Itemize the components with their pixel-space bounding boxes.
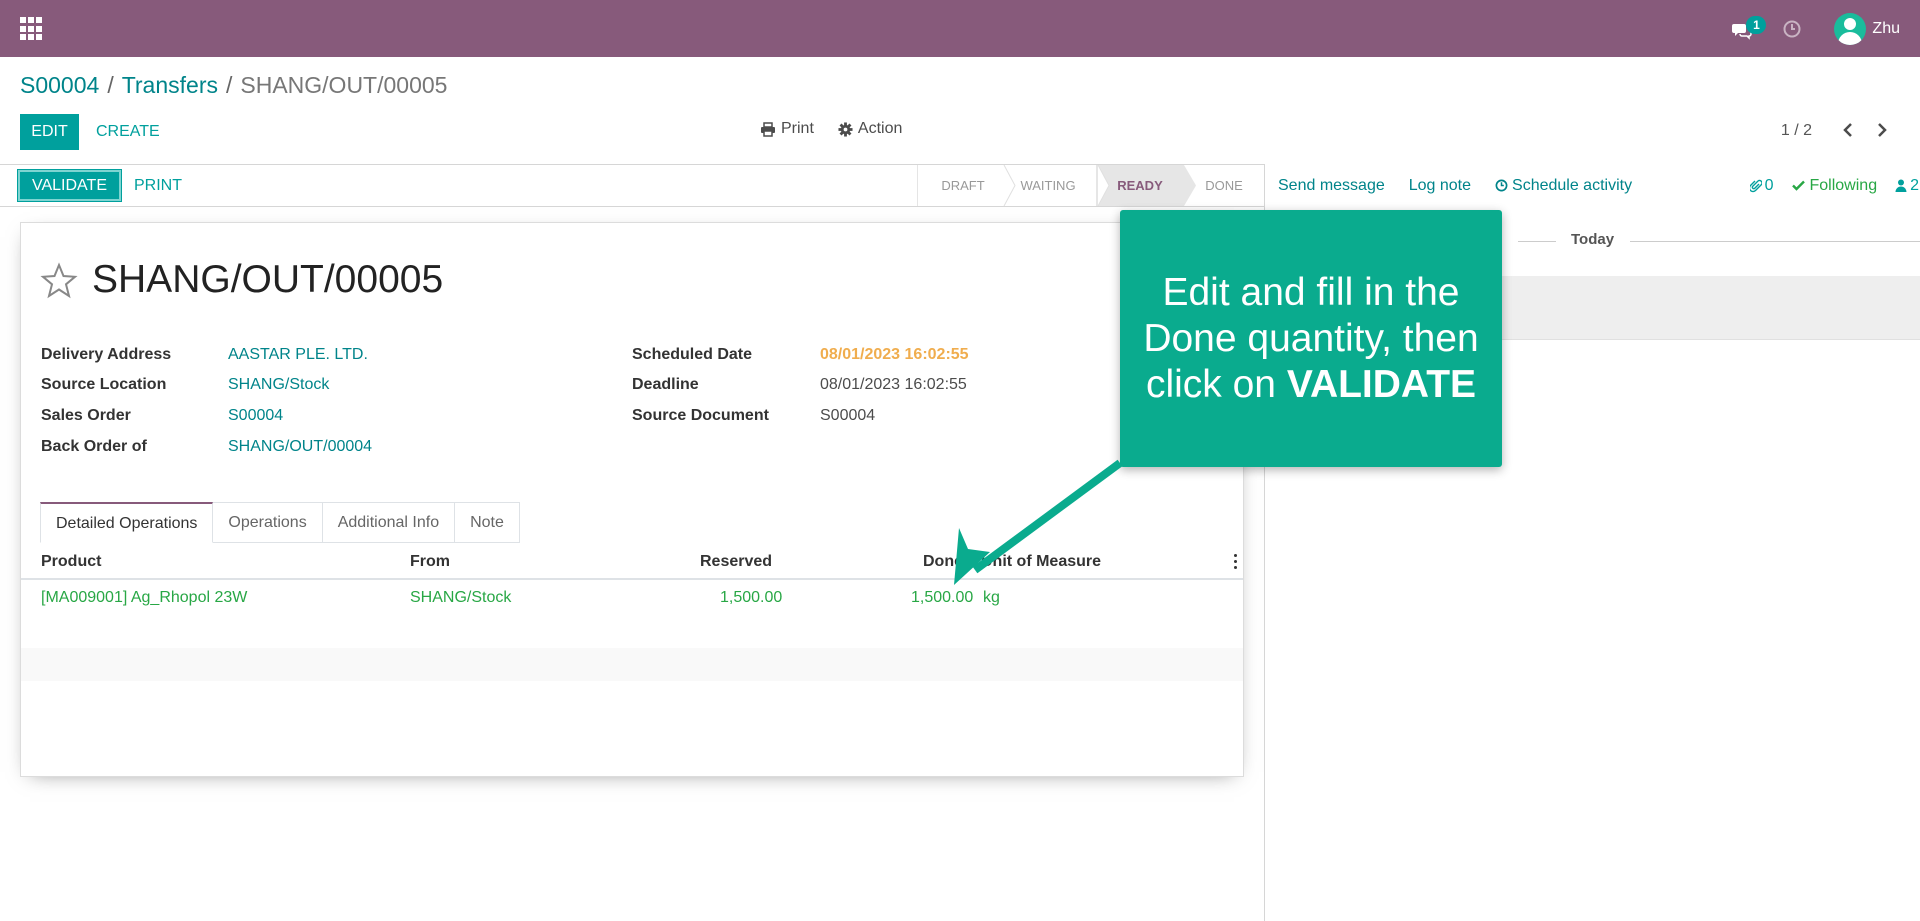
form-statusbar: VALIDATE PRINT DRAFT WAITING READY DONE xyxy=(0,164,1264,207)
column-options-icon[interactable] xyxy=(1232,554,1238,570)
table-row[interactable]: [MA009001] Ag_Rhopol 23W SHANG/Stock 1,5… xyxy=(21,582,1243,615)
schedule-activity-button[interactable]: Schedule activity xyxy=(1495,177,1632,195)
breadcrumb-transfers[interactable]: Transfers xyxy=(122,72,218,99)
cell-done: 1,500.00 xyxy=(911,589,974,606)
print-menu[interactable]: Print xyxy=(760,120,814,138)
activity-clock-icon[interactable] xyxy=(1782,19,1802,39)
scheduled-date-label: Scheduled Date xyxy=(632,346,753,363)
breadcrumb-separator: / xyxy=(225,72,233,98)
validate-button[interactable]: VALIDATE xyxy=(18,170,121,201)
stage-divider-active xyxy=(1184,165,1196,206)
callout-line-3: click on VALIDATE xyxy=(1120,362,1502,408)
navbar-systray: 1 Zhu xyxy=(1730,0,1920,57)
stage-divider xyxy=(1097,165,1110,206)
chatter-counters: 0 Following 2 xyxy=(1749,164,1920,207)
back-order-value[interactable]: SHANG/OUT/00004 xyxy=(228,438,372,456)
stage-pipeline: DRAFT WAITING READY DONE xyxy=(917,165,1264,206)
stage-divider xyxy=(1003,165,1016,206)
form-sheet xyxy=(20,222,1244,777)
star-icon[interactable] xyxy=(40,262,78,300)
chevron-left-icon[interactable] xyxy=(1838,120,1858,140)
empty-row xyxy=(21,648,1243,681)
user-name: Zhu xyxy=(1872,19,1900,37)
action-label: Action xyxy=(857,120,903,137)
breadcrumb: S00004 / Transfers / SHANG/OUT/00005 xyxy=(20,72,447,99)
print-button[interactable]: PRINT xyxy=(124,170,192,201)
scheduled-date-value: 08/01/2023 16:02:55 xyxy=(820,346,969,363)
sales-order-label: Sales Order xyxy=(41,407,131,424)
today-divider-right xyxy=(1630,241,1920,242)
column-reserved[interactable]: Reserved xyxy=(700,553,772,571)
top-navbar: 1 Zhu xyxy=(0,0,1920,57)
cell-from: SHANG/Stock xyxy=(410,589,512,606)
stage-draft[interactable]: DRAFT xyxy=(918,165,1000,206)
print-label: Print xyxy=(781,120,814,137)
source-document-value: S00004 xyxy=(820,407,876,424)
column-from[interactable]: From xyxy=(410,553,450,571)
log-note-button[interactable]: Log note xyxy=(1409,177,1471,195)
callout-line-3-prefix: click on xyxy=(1145,363,1287,406)
sales-order-value[interactable]: S00004 xyxy=(228,407,283,425)
apps-menu-icon[interactable] xyxy=(20,17,44,41)
column-product[interactable]: Product xyxy=(41,553,101,571)
user-menu[interactable]: Zhu xyxy=(1834,12,1900,45)
breadcrumb-separator: / xyxy=(107,72,114,98)
cell-uom: kg xyxy=(983,589,1000,606)
back-order-label: Back Order of xyxy=(41,438,147,455)
edit-button[interactable]: EDIT xyxy=(20,114,79,150)
chevron-right-icon[interactable] xyxy=(1872,120,1892,140)
avatar xyxy=(1834,12,1867,45)
attachments-count: 0 xyxy=(1764,176,1774,194)
delivery-address-label: Delivery Address xyxy=(41,346,172,363)
column-done[interactable]: Done xyxy=(923,553,963,571)
following-button[interactable]: Following xyxy=(1791,176,1878,195)
gear-icon xyxy=(838,121,853,137)
source-document-label: Source Document xyxy=(632,407,769,424)
unread-messages-badge: 1 xyxy=(1746,15,1767,34)
action-menu[interactable]: Action xyxy=(838,120,902,138)
schedule-activity-label: Schedule activity xyxy=(1512,176,1633,194)
source-location-label: Source Location xyxy=(41,376,167,393)
following-label: Following xyxy=(1809,176,1878,194)
tab-note[interactable]: Note xyxy=(455,502,520,543)
clock-icon xyxy=(1495,179,1508,192)
tab-operations[interactable]: Operations xyxy=(213,502,323,543)
delivery-address-value[interactable]: AASTAR PLE. LTD. xyxy=(228,346,368,364)
user-icon xyxy=(1895,179,1907,192)
pager-value[interactable]: 1 / 2 xyxy=(1781,122,1812,140)
source-location-value[interactable]: SHANG/Stock xyxy=(228,376,329,394)
record-title: SHANG/OUT/00005 xyxy=(92,258,444,301)
tab-detailed-operations[interactable]: Detailed Operations xyxy=(40,502,214,543)
send-message-button[interactable]: Send message xyxy=(1278,177,1385,195)
cell-product: [MA009001] Ag_Rhopol 23W xyxy=(41,589,248,606)
printer-icon xyxy=(761,121,775,137)
today-label: Today xyxy=(1571,231,1615,248)
messaging-menu[interactable]: 1 xyxy=(1730,14,1767,44)
deadline-value: 08/01/2023 16:02:55 xyxy=(820,376,967,393)
followers-button[interactable]: 2 xyxy=(1895,177,1919,195)
check-icon xyxy=(1791,180,1805,191)
breadcrumb-sales-order[interactable]: S00004 xyxy=(20,72,99,99)
callout-line-1: Edit and fill in the xyxy=(1162,271,1460,314)
column-unit-of-measure[interactable]: Unit of Measure xyxy=(981,553,1101,571)
breadcrumb-current: SHANG/OUT/00005 xyxy=(240,72,448,98)
callout-line-2: Done quantity, then xyxy=(1143,317,1479,360)
notebook-tabs: Detailed Operations Operations Additiona… xyxy=(40,502,520,543)
table-header: Product From Reserved Done Unit of Measu… xyxy=(21,543,1243,580)
create-button[interactable]: CREATE xyxy=(84,114,172,150)
tour-callout: Edit and fill in the Done quantity, then… xyxy=(1120,210,1502,467)
attachments-button[interactable]: 0 xyxy=(1749,176,1774,195)
paperclip-icon xyxy=(1749,179,1762,192)
control-panel-actions: Print Action xyxy=(760,120,902,138)
cell-reserved: 1,500.00 xyxy=(720,589,783,606)
today-divider-left xyxy=(1518,241,1556,242)
chatter-topbar: Send message Log note Schedule activity … xyxy=(1265,164,1920,207)
tab-additional-info[interactable]: Additional Info xyxy=(322,502,456,543)
deadline-label: Deadline xyxy=(632,376,699,393)
followers-count: 2 xyxy=(1910,176,1919,194)
callout-validate-keyword: VALIDATE xyxy=(1286,363,1477,406)
